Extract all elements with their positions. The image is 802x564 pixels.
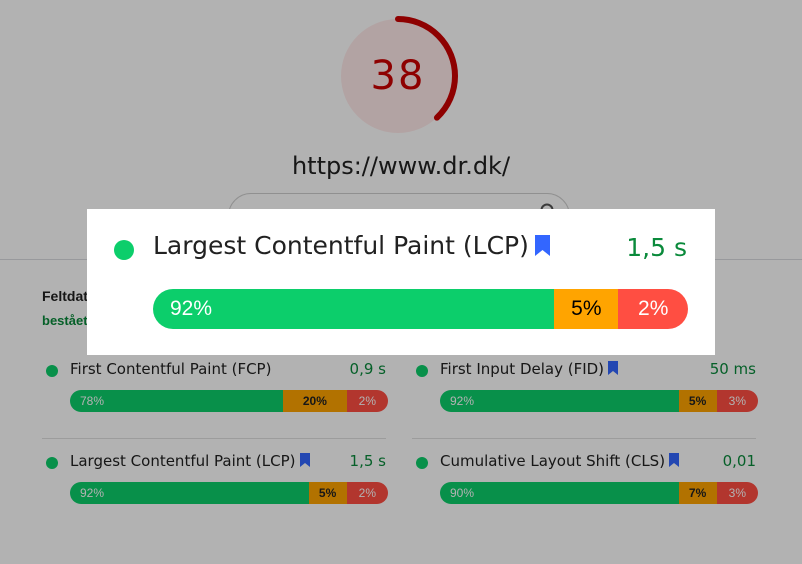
green-circle-icon [114,240,134,260]
distribution-bar: 92% 5% 2% [153,289,688,329]
poor-segment: 2% [618,289,688,329]
metric-name: Largest Contentful Paint (LCP) [153,231,550,260]
average-segment: 5% [554,289,619,329]
bookmark-icon[interactable] [534,235,550,256]
good-segment: 92% [153,289,555,329]
metric-value: 1,5 s [626,233,687,262]
lcp-highlight-card: Largest Contentful Paint (LCP) 1,5 s 92%… [87,209,715,355]
